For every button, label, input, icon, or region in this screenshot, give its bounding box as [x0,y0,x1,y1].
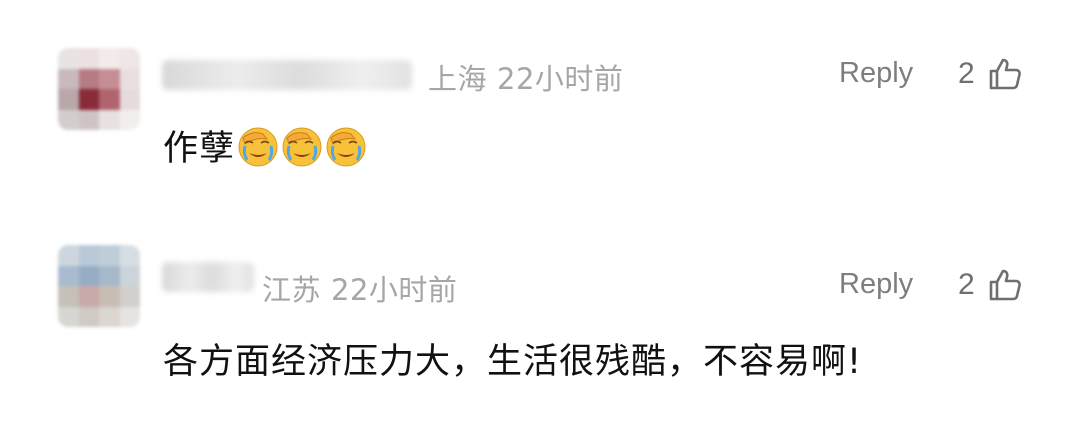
like-count: 2 [958,268,975,301]
face-palm-crying-icon [282,127,322,167]
reply-button[interactable]: Reply [839,268,913,301]
like-count: 2 [958,57,975,90]
username-blurred[interactable] [162,262,254,292]
comment-meta: 江苏 22小时前 [262,267,457,309]
reply-button[interactable]: Reply [839,57,913,90]
timestamp: 22小时前 [331,273,458,307]
thumbs-up-outline-icon[interactable] [987,267,1023,303]
location-label: 江苏 [262,273,322,307]
comment-item: 上海 22小时前 Reply 2 作孽 [0,0,1080,215]
avatar[interactable] [58,245,140,327]
avatar[interactable] [58,48,140,130]
thumbs-up-outline-icon[interactable] [987,56,1023,92]
comment-text-content: 作孽 [163,129,236,169]
face-palm-crying-icon [238,127,278,167]
comment-item: 江苏 22小时前 Reply 2 各方面经济压力大，生活很残酷，不容易啊! [0,215,1080,429]
timestamp: 22小时前 [497,62,624,96]
comment-meta: 上海 22小时前 [428,56,623,98]
comment-text: 各方面经济压力大，生活很残酷，不容易啊! [163,342,863,382]
face-palm-crying-icon [326,127,366,167]
location-label: 上海 [428,62,488,96]
username-blurred[interactable] [162,60,412,90]
comment-text: 作孽 [163,120,367,171]
